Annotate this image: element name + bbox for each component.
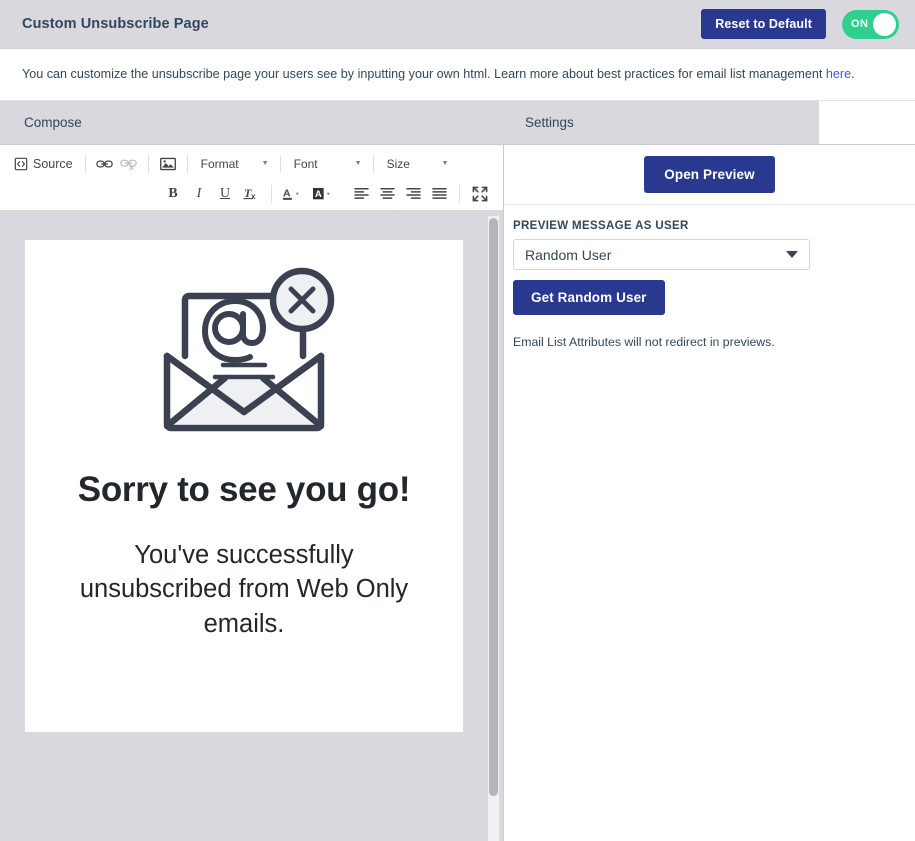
toolbar-row-1: Source Format ▼ Font ▼ Size ▼ (0, 148, 503, 179)
toolbar-separator (372, 154, 374, 173)
preview-user-selected-value: Random User (525, 246, 612, 263)
bold-button[interactable]: B (160, 182, 186, 206)
format-dropdown-label: Format (200, 156, 239, 171)
size-dropdown[interactable]: Size ▼ (381, 152, 453, 176)
link-button[interactable] (93, 152, 117, 176)
chevron-down-icon (786, 251, 798, 258)
image-button[interactable] (156, 152, 180, 176)
compose-panel: Source Format ▼ Font ▼ Size ▼ B I U T x … (0, 144, 504, 841)
font-dropdown-label: Font (293, 156, 318, 171)
settings-body: PREVIEW MESSAGE AS USER Random User Get … (504, 205, 915, 349)
text-color-button[interactable]: A (279, 182, 309, 206)
description-bar: You can customize the unsubscribe page y… (0, 50, 915, 101)
size-dropdown-label: Size (386, 156, 410, 171)
svg-text:x: x (251, 192, 256, 201)
align-right-icon (405, 187, 421, 200)
document-body: You've successfully unsubscribed from We… (79, 540, 409, 638)
remove-format-button[interactable]: T x (238, 182, 264, 206)
description-sentence: You can customize the unsubscribe page y… (22, 67, 826, 82)
toolbar-separator (186, 154, 188, 173)
editor-scrollbar-thumb[interactable] (489, 218, 498, 796)
background-color-icon: A (313, 186, 335, 202)
svg-text:A: A (315, 189, 322, 200)
editor-toolbar: Source Format ▼ Font ▼ Size ▼ B I U T x … (0, 145, 503, 211)
toggle-knob (873, 12, 896, 36)
custom-unsubscribe-page: Custom Unsubscribe Page Reset to Default… (0, 0, 915, 841)
description-text: You can customize the unsubscribe page y… (22, 66, 855, 84)
source-button[interactable]: Source (12, 152, 78, 176)
preview-user-select[interactable]: Random User (513, 239, 810, 270)
description-period: . (851, 67, 855, 82)
page-title: Custom Unsubscribe Page (22, 16, 209, 32)
reset-to-default-button[interactable]: Reset to Default (701, 9, 826, 39)
align-justify-icon (431, 187, 447, 200)
align-left-button[interactable] (348, 182, 374, 206)
open-preview-section: Open Preview (504, 145, 915, 205)
font-dropdown[interactable]: Font ▼ (288, 152, 366, 176)
align-justify-button[interactable] (426, 182, 452, 206)
toolbar-separator (279, 154, 281, 173)
toolbar-separator (147, 154, 149, 173)
background-color-button[interactable]: A (309, 182, 339, 206)
underline-icon: U (219, 185, 231, 201)
open-preview-button[interactable]: Open Preview (644, 156, 775, 193)
underline-button[interactable]: U (212, 182, 238, 206)
toolbar-separator (271, 184, 272, 203)
get-random-user-button[interactable]: Get Random User (513, 280, 665, 315)
align-left-icon (353, 187, 369, 200)
toolbar-separator (459, 184, 460, 203)
preview-as-user-label: PREVIEW MESSAGE AS USER (513, 220, 689, 232)
bold-icon: B (168, 185, 178, 201)
italic-icon: I (196, 185, 202, 201)
tab-compose[interactable]: Compose (24, 101, 82, 144)
tab-bar: Compose Settings (0, 101, 819, 144)
source-code-icon (14, 157, 28, 171)
chevron-down-icon: ▼ (261, 160, 269, 167)
unlink-button (117, 152, 141, 176)
email-list-attributes-hint: Email List Attributes will not redirect … (513, 335, 775, 349)
align-center-icon (379, 187, 395, 200)
align-right-button[interactable] (400, 182, 426, 206)
chevron-down-icon: ▼ (441, 160, 449, 167)
text-color-icon: A (283, 186, 305, 202)
toolbar-separator (84, 154, 86, 173)
editor-canvas[interactable]: Sorry to see you go! You've successfully… (0, 211, 503, 841)
settings-panel: Open Preview PREVIEW MESSAGE AS USER Ran… (504, 144, 915, 841)
remove-format-icon: T x (243, 186, 259, 201)
unlink-icon (120, 157, 137, 171)
source-button-label: Source (33, 156, 73, 171)
best-practices-link[interactable]: here (826, 67, 851, 81)
link-icon (96, 157, 113, 171)
chevron-down-icon: ▼ (354, 160, 362, 167)
maximize-icon (472, 186, 488, 202)
align-center-button[interactable] (374, 182, 400, 206)
unsubscribed-envelope-icon (149, 260, 339, 445)
toggle-state-label: ON (851, 18, 869, 30)
image-icon (159, 157, 176, 171)
toolbar-row-2: B I U T x A A (0, 178, 503, 209)
tab-settings[interactable]: Settings (525, 101, 574, 144)
enable-toggle[interactable]: ON (842, 9, 899, 39)
document-heading: Sorry to see you go! (77, 470, 411, 509)
page-header: Custom Unsubscribe Page Reset to Default… (0, 0, 915, 49)
unsubscribe-preview-document: Sorry to see you go! You've successfully… (25, 240, 463, 732)
italic-button[interactable]: I (186, 182, 212, 206)
header-actions: Reset to Default ON (701, 9, 899, 39)
format-dropdown[interactable]: Format ▼ (195, 152, 273, 176)
maximize-button[interactable] (467, 182, 493, 206)
